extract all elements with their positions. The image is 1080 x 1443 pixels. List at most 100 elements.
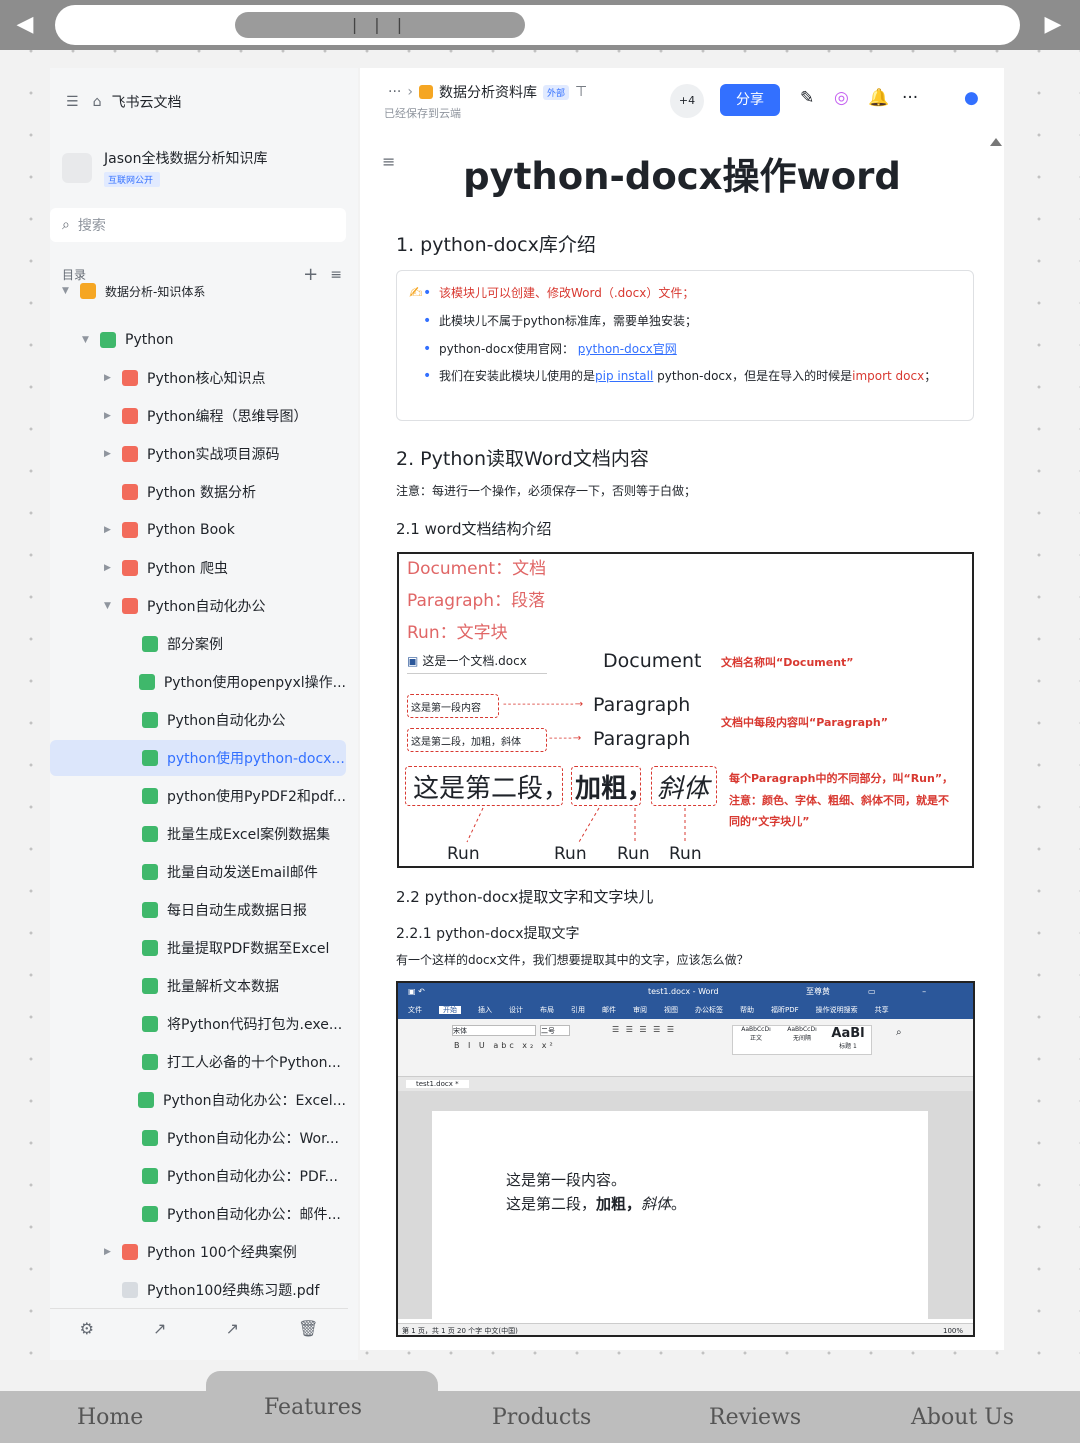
expand-arrow-icon[interactable]: ▼ bbox=[62, 286, 76, 296]
pip-install-link[interactable]: pip install bbox=[595, 369, 653, 383]
space-icon bbox=[62, 152, 92, 183]
share-icon[interactable]: ↗ bbox=[153, 1319, 166, 1338]
sidebar-item[interactable]: ▶ Python实战项目源码 bbox=[50, 436, 346, 472]
word-ribbon-tab: 办公标签 bbox=[695, 1006, 723, 1014]
word-ribbon-tab: 邮件 bbox=[602, 1006, 616, 1014]
expand-arrow-icon[interactable]: ▶ bbox=[104, 563, 118, 573]
fig-run-arrows bbox=[466, 807, 686, 843]
sidebar-item[interactable]: 批量提取PDF数据至Excel bbox=[50, 930, 346, 966]
sidebar-item[interactable]: ▼ Python自动化办公 bbox=[50, 588, 346, 624]
sidebar-item[interactable]: Python自动化办公：Wor... bbox=[50, 1120, 346, 1156]
sidebar-item[interactable]: ▶ Python 爬虫 bbox=[50, 550, 346, 586]
word-ribbon-tab: 视图 bbox=[664, 1006, 678, 1014]
sidebar-item[interactable]: 打工人必备的十个Python... bbox=[50, 1044, 346, 1080]
expand-arrow-icon[interactable]: ▶ bbox=[104, 525, 118, 535]
expand-arrow-icon[interactable]: ▼ bbox=[82, 335, 96, 345]
sidebar-item-label: Python实战项目源码 bbox=[147, 447, 280, 463]
sidebar-item[interactable]: python使用PyPDF2和pdf... bbox=[50, 778, 346, 814]
home-icon[interactable]: ⌂ bbox=[93, 94, 102, 110]
sidebar-item-label: 批量解析文本数据 bbox=[167, 979, 279, 995]
breadcrumb-more[interactable]: ··· bbox=[388, 84, 401, 100]
share-button[interactable]: 分享 bbox=[720, 84, 780, 116]
word-user: 至尊黄 bbox=[806, 987, 830, 996]
word-edit-icon: ⌕ bbox=[896, 1027, 902, 1038]
sidebar-item[interactable]: 批量生成Excel案例数据集 bbox=[50, 816, 346, 852]
section-2-1-heading: 2.1 word文档结构介绍 bbox=[396, 520, 552, 538]
back-arrow-icon[interactable]: ◀ bbox=[12, 10, 38, 40]
sidebar-item[interactable]: Python使用openpyxl操作... bbox=[50, 664, 346, 700]
sidebar-item[interactable]: ▶ Python Book bbox=[50, 512, 346, 548]
space-info[interactable]: Jason全栈数据分析知识库 互联网公开 bbox=[62, 148, 267, 187]
sidebar-item[interactable]: ▶ Python 100个经典案例 bbox=[50, 1234, 346, 1270]
writing-hand-icon: ✍ bbox=[409, 283, 423, 302]
collapse-sidebar-icon[interactable]: ☰ bbox=[66, 94, 79, 110]
scroll-up-icon[interactable] bbox=[990, 138, 1002, 146]
word-zoom: 100% bbox=[942, 1327, 963, 1335]
sidebar-item[interactable]: Python自动化办公：Excel... bbox=[50, 1082, 346, 1118]
bell-icon[interactable]: 🔔 bbox=[868, 88, 889, 108]
ai-assistant-icon[interactable]: ◎ bbox=[834, 88, 849, 108]
expand-arrow-icon[interactable]: ▶ bbox=[104, 373, 118, 383]
sidebar-item[interactable]: 批量解析文本数据 bbox=[50, 968, 346, 1004]
expand-arrow-icon[interactable]: ▼ bbox=[104, 601, 118, 611]
sidebar-item-label: python使用PyPDF2和pdf... bbox=[167, 789, 346, 805]
doc-location[interactable]: 数据分析资料库 bbox=[439, 82, 537, 102]
more-icon[interactable]: ··· bbox=[902, 88, 918, 108]
folder-icon bbox=[122, 522, 138, 538]
sidebar-item[interactable]: ▶ Python核心知识点 bbox=[50, 360, 346, 396]
word-window-title: test1.docx - Word bbox=[648, 987, 719, 996]
word-format-buttons: B I U abc x₂ x² bbox=[454, 1041, 556, 1050]
word-line-2-end: 。 bbox=[671, 1195, 687, 1213]
word-save-icon: ▣ ↶ bbox=[408, 987, 425, 996]
word-style-option: AaBl 标题 1 bbox=[825, 1026, 871, 1054]
sidebar-item[interactable]: 批量自动发送Email邮件 bbox=[50, 854, 346, 890]
settings-icon[interactable]: ⚙ bbox=[80, 1319, 94, 1338]
expand-arrow-icon[interactable]: ▶ bbox=[104, 411, 118, 421]
sidebar-item[interactable]: Python自动化办公 bbox=[50, 702, 346, 738]
sidebar-item[interactable]: ▼ 数据分析-知识体系 bbox=[50, 280, 346, 302]
sidebar-item[interactable]: ▶ Python编程（思维导图） bbox=[50, 398, 346, 434]
folder-icon bbox=[122, 560, 138, 576]
sidebar-item[interactable]: python使用python-docx... bbox=[50, 740, 346, 776]
sidebar-item[interactable]: Python100经典练习题.pdf bbox=[50, 1272, 346, 1308]
nav-products[interactable]: Products bbox=[492, 1405, 591, 1430]
nav-reviews[interactable]: Reviews bbox=[709, 1405, 801, 1430]
sidebar-item[interactable]: 每日自动生成数据日报 bbox=[50, 892, 346, 928]
avatar[interactable]: ● bbox=[964, 88, 979, 108]
word-titlebar: ▣ ↶ test1.docx - Word 至尊黄 ▭ – □ ✕ bbox=[398, 983, 973, 1014]
fig-run-label-2: Run bbox=[554, 844, 587, 864]
word-style-name: 正文 bbox=[749, 1035, 762, 1042]
sidebar-item[interactable]: 将Python代码打包为.exe... bbox=[50, 1006, 346, 1042]
nav-about-us[interactable]: About Us bbox=[911, 1405, 1014, 1430]
nav-features[interactable]: Features bbox=[264, 1395, 362, 1420]
sidebar-item[interactable]: Python自动化办公：PDF... bbox=[50, 1158, 346, 1194]
search-input[interactable]: ⌕ 搜索 bbox=[50, 208, 346, 242]
expand-arrow-icon[interactable]: ▶ bbox=[104, 1247, 118, 1257]
nav-home[interactable]: Home bbox=[77, 1405, 143, 1430]
stats-icon[interactable]: ↗ bbox=[226, 1319, 239, 1338]
sidebar-header: ☰ ⌂ 飞书云文档 bbox=[66, 92, 181, 112]
edit-icon[interactable]: ✎ bbox=[800, 88, 814, 108]
pin-icon[interactable]: ⊤ bbox=[575, 84, 587, 100]
sidebar-item[interactable]: 部分案例 bbox=[50, 626, 346, 662]
sidebar-item-label: Python100经典练习题.pdf bbox=[147, 1283, 320, 1299]
address-bar[interactable]: | | | bbox=[55, 5, 1020, 45]
app-name[interactable]: 飞书云文档 bbox=[111, 92, 181, 112]
trash-icon[interactable]: 🗑 bbox=[298, 1319, 318, 1338]
scroll-grip[interactable]: | | | bbox=[235, 12, 525, 38]
expand-arrow-icon[interactable]: ▶ bbox=[104, 449, 118, 459]
sidebar-item-label: Python bbox=[125, 332, 174, 348]
sheet-doc-icon bbox=[142, 1206, 158, 1222]
sheet-doc-icon bbox=[138, 674, 155, 690]
collaborators-badge[interactable]: +4 bbox=[670, 84, 704, 118]
docs-link[interactable]: python-docx官网 bbox=[578, 342, 677, 356]
forward-arrow-icon[interactable]: ▶ bbox=[1040, 10, 1066, 40]
sidebar-item-label: 将Python代码打包为.exe... bbox=[167, 1017, 343, 1033]
sidebar-item[interactable]: Python 数据分析 bbox=[50, 474, 346, 510]
folder-icon bbox=[122, 408, 138, 424]
sidebar-item[interactable]: Python自动化办公：邮件... bbox=[50, 1196, 346, 1232]
sidebar-item[interactable]: ▼ Python bbox=[50, 322, 346, 358]
folder-icon bbox=[122, 370, 138, 386]
folder-icon bbox=[122, 598, 138, 614]
external-tag: 外部 bbox=[542, 84, 569, 100]
